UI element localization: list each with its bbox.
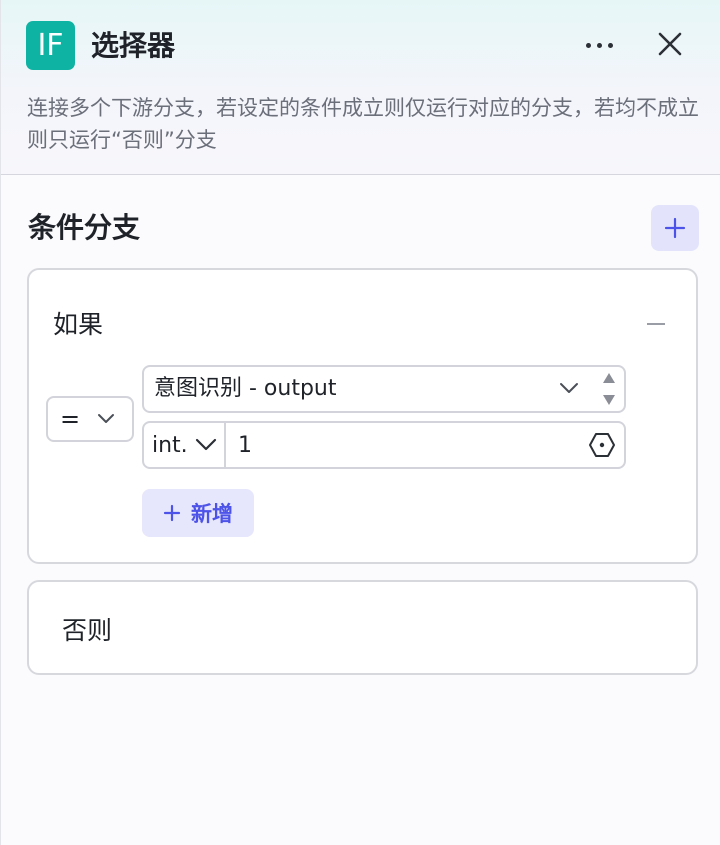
value-type-select[interactable]: int. — [144, 423, 226, 467]
chevron-down-icon — [560, 383, 578, 393]
value-type: int. — [152, 432, 188, 458]
add-condition-button[interactable]: 新增 — [142, 489, 254, 537]
if-branch-label: 如果 — [53, 310, 104, 339]
more-dot — [596, 42, 602, 48]
chevron-down-icon — [98, 414, 114, 423]
close-icon — [658, 32, 682, 56]
more-horizontal-icon — [585, 42, 591, 48]
value-row: int. — [142, 421, 626, 469]
else-branch-card: 否则 — [27, 580, 698, 675]
panel-header: IF 选择器 连接多个下游分支，若设定的条件成立则仅运行对应的分支，若均不成立则… — [1, 0, 720, 175]
add-branch-button[interactable] — [651, 205, 699, 251]
operator-select[interactable]: = — [46, 396, 134, 442]
more-dot — [607, 42, 613, 48]
value-input[interactable] — [238, 423, 578, 467]
sort-spinner-icon[interactable] — [598, 369, 620, 409]
more-options-button[interactable] — [579, 27, 619, 63]
variable-select[interactable]: 意图识别 - output — [142, 365, 626, 413]
section-title: 条件分支 — [28, 211, 141, 244]
node-description: 连接多个下游分支，若设定的条件成立则仅运行对应的分支，若均不成立则只运行“否则”… — [27, 96, 699, 152]
else-branch-label: 否则 — [62, 616, 113, 645]
variable-reference-button[interactable] — [588, 431, 616, 459]
remove-branch-button[interactable] — [645, 323, 667, 327]
variable-value: 意图识别 - output — [154, 376, 337, 401]
if-branch-card: 如果 = 意图识别 - output int. 1 新增 — [27, 268, 698, 564]
operator-value: = — [60, 405, 81, 433]
plus-icon — [664, 217, 686, 239]
hexagon-variable-icon — [589, 433, 615, 457]
if-node-logo: IF — [26, 21, 75, 70]
close-button[interactable] — [651, 27, 689, 63]
node-config-panel: IF 选择器 连接多个下游分支，若设定的条件成立则仅运行对应的分支，若均不成立则… — [0, 0, 720, 845]
panel-title: 选择器 — [91, 29, 176, 62]
add-condition-label: 新增 — [191, 502, 233, 526]
chevron-down-icon — [195, 438, 216, 451]
plus-icon — [163, 504, 181, 522]
